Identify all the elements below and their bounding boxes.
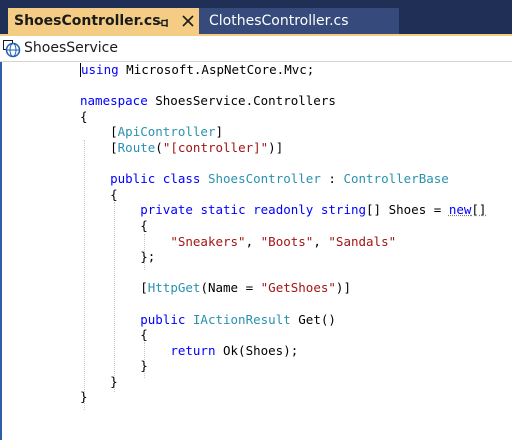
namespace-ref: Microsoft.AspNetCore.Mvc;	[118, 62, 315, 77]
keyword: namespace	[80, 93, 148, 109]
comma: ,	[313, 233, 329, 249]
navigation-bar: ShoesService	[0, 36, 512, 62]
code-line: public class ShoesController : Controlle…	[80, 171, 486, 187]
brace: }	[110, 373, 118, 389]
brace: {	[140, 327, 148, 343]
colon: :	[320, 171, 344, 187]
brace: }	[140, 358, 148, 374]
attribute-name: Route	[117, 139, 156, 155]
class-name: ShoesController	[207, 171, 321, 187]
code-line: }	[80, 389, 486, 405]
code-line: using Microsoft.AspNetCore.Mvc;	[80, 62, 486, 78]
bracket: [	[110, 124, 118, 140]
attribute-name: HttpGet	[147, 280, 201, 296]
bracket: [	[110, 139, 118, 155]
code-line: {	[80, 109, 486, 125]
attribute-name: ApiController	[117, 124, 216, 140]
return-expression: Ok(Shoes);	[215, 342, 299, 358]
keyword: readonly	[253, 202, 314, 218]
code-text[interactable]: using Microsoft.AspNetCore.Mvc; namespac…	[80, 62, 486, 405]
method-signature: Get()	[290, 311, 336, 327]
paren: )]	[268, 139, 284, 155]
code-line: }	[80, 358, 486, 374]
paren: (	[155, 139, 163, 155]
field-declaration: [] Shoes =	[366, 202, 449, 218]
tab-title: ShoesController.cs	[14, 13, 161, 29]
brace: {	[110, 186, 118, 202]
keyword: private	[140, 202, 193, 218]
code-line: {	[80, 327, 486, 343]
keyword: static	[200, 202, 246, 218]
brace: }	[80, 389, 88, 405]
string-literal: "Sneakers"	[170, 233, 246, 249]
keyword: return	[170, 342, 216, 358]
code-line: public IActionResult Get()	[80, 312, 486, 328]
namespace-name: ShoesService.Controllers	[147, 93, 336, 109]
tab-title: ClothesController.cs	[209, 13, 349, 29]
code-line: [ApiController]	[80, 124, 486, 140]
attribute-argument: (Name =	[200, 280, 261, 296]
code-line: private static readonly string[] Shoes =…	[80, 202, 486, 218]
code-line: {	[80, 218, 486, 234]
string-literal: "[controller]"	[162, 139, 269, 155]
string-literal: "Sandals"	[328, 233, 397, 249]
code-editor[interactable]: using Microsoft.AspNetCore.Mvc; namespac…	[0, 62, 512, 440]
keyword: public	[140, 311, 186, 327]
keyword: public	[110, 171, 156, 187]
code-line: return Ok(Shoes);	[80, 343, 486, 359]
code-line: {	[80, 187, 486, 203]
code-line: "Sneakers", "Boots", "Sandals"	[80, 234, 486, 250]
keyword: class	[162, 171, 201, 187]
array-brackets: []	[471, 202, 487, 218]
keyword: new	[448, 202, 472, 218]
bracket: [	[140, 280, 148, 296]
type-name: IActionResult	[192, 311, 291, 327]
paren: )]	[335, 280, 351, 296]
brace: {	[140, 217, 148, 233]
comma: ,	[245, 233, 261, 249]
string-literal: "Boots"	[260, 233, 314, 249]
pin-icon[interactable]	[158, 17, 170, 29]
string-literal: "GetShoes"	[260, 280, 336, 296]
code-line: [HttpGet(Name = "GetShoes")]	[80, 280, 486, 296]
tab-shoes-controller[interactable]: ShoesController.cs	[8, 8, 199, 36]
project-dropdown[interactable]: ShoesService	[24, 40, 118, 56]
base-class-name: ControllerBase	[343, 171, 449, 187]
keyword: using	[81, 62, 119, 77]
code-line: };	[80, 249, 486, 265]
editor-margin-bar	[0, 62, 2, 440]
tab-clothes-controller[interactable]: ClothesController.cs	[199, 8, 399, 36]
bracket: ]	[215, 124, 224, 140]
brace: };	[140, 249, 156, 265]
code-line: [Route("[controller]")]	[80, 140, 486, 156]
close-icon[interactable]	[181, 14, 195, 28]
code-line: namespace ShoesService.Controllers	[80, 93, 486, 109]
brace: {	[80, 108, 88, 124]
code-line: }	[80, 374, 486, 390]
document-tab-strip: ShoesController.cs ClothesController.cs	[0, 0, 512, 36]
keyword: string	[320, 202, 367, 218]
csharp-project-icon	[3, 40, 21, 58]
